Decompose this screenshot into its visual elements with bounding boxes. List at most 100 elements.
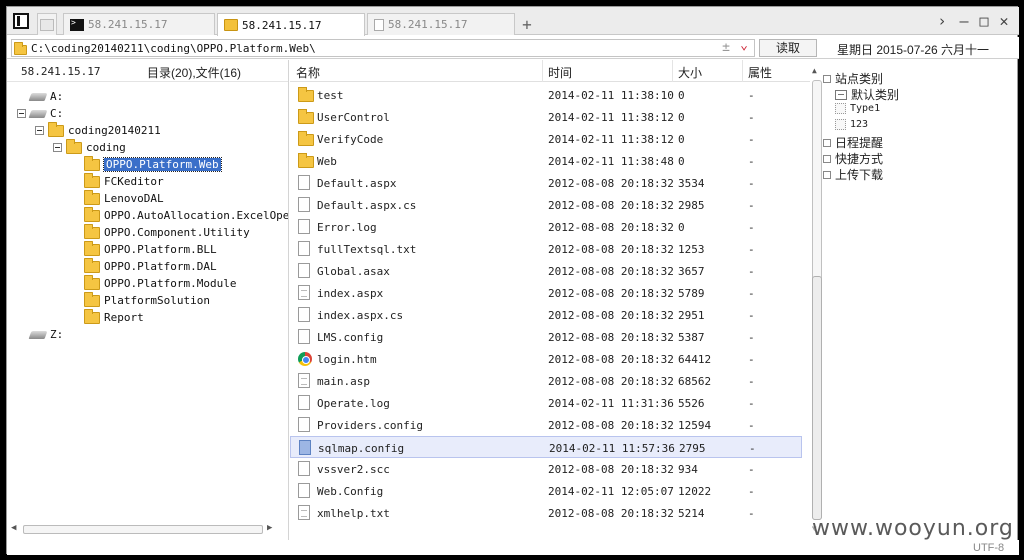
column-attr[interactable]: 属性 [748,64,772,81]
file-time: 2014-02-11 11:38:12 [548,133,674,146]
chevron-right-icon[interactable]: › [933,12,951,30]
column-size[interactable]: 大小 [678,64,702,81]
file-row[interactable]: Operate.log 2014-02-11 11:31:36 5526 - [290,392,802,414]
expander-icon[interactable] [823,74,831,83]
document-icon [298,329,310,344]
maximize-icon[interactable]: □ [975,12,993,30]
tree-node[interactable]: OPPO.AutoAllocation.ExcelOpera [71,206,288,224]
document-icon [298,461,310,476]
chevron-down-icon[interactable]: ⌄ [740,38,748,53]
file-row[interactable]: Providers.config 2012-08-08 20:18:32 12594… [290,414,802,436]
file-row[interactable]: Web.Config 2014-02-11 12:05:07 12022 - [290,480,802,502]
file-row[interactable]: LMS.config 2012-08-08 20:18:32 5387 - [290,326,802,348]
file-row[interactable]: VerifyCode 2014-02-11 11:38:12 0 - [290,128,802,150]
file-row[interactable]: index.aspx 2012-08-08 20:18:32 5789 - [290,282,802,304]
folder-icon [298,153,314,168]
file-row[interactable]: Global.asax 2012-08-08 20:18:32 3657 - [290,260,802,282]
tree-node[interactable]: A: [17,88,63,105]
path-input[interactable]: C:\coding20140211\coding\OPPO.Platform.W… [11,38,755,57]
new-tab-button[interactable]: + [517,15,537,34]
file-row[interactable]: xmlhelp.txt 2012-08-08 20:18:32 5214 - [290,502,802,524]
tree-node[interactable]: Report [71,308,144,326]
column-divider[interactable] [742,60,743,82]
tree-node[interactable]: LenovoDAL [71,189,164,207]
close-icon[interactable]: ✕ [995,12,1013,30]
file-row[interactable]: fullTextsql.txt 2012-08-08 20:18:32 1253 - [290,238,802,260]
tree-node[interactable]: OPPO.Platform.Web [71,155,222,173]
file-attr: - [748,375,755,388]
file-row[interactable]: UserControl 2014-02-11 11:38:12 0 - [290,106,802,128]
tree-node[interactable]: PlatformSolution [71,291,210,309]
collapse-icon[interactable] [17,109,26,118]
tree-node[interactable]: OPPO.Platform.Module [71,274,236,292]
scroll-right-icon[interactable]: ▶ [267,523,272,533]
tree-node[interactable]: Z: [17,326,63,343]
tab-2[interactable]: 58.241.15.17 [367,13,515,35]
file-row[interactable]: index.aspx.cs 2012-08-08 20:18:32 2951 - [290,304,802,326]
default-category-node[interactable]: 默认类别 [835,86,899,103]
file-row[interactable]: Web 2014-02-11 11:38:48 0 - [290,150,802,172]
tree-node[interactable]: OPPO.Platform.DAL [71,257,217,275]
schedule-label: 日程提醒 [835,136,884,150]
tab-0[interactable]: 58.241.15.17 [63,13,215,35]
folder-icon [84,155,100,171]
file-row[interactable]: main.asp 2012-08-08 20:18:32 68562 - [290,370,802,392]
file-time: 2012-08-08 20:18:32 [548,375,674,388]
document-icon [298,417,310,432]
column-divider[interactable] [542,60,543,82]
column-time[interactable]: 时间 [548,64,572,81]
collapse-icon[interactable] [53,143,62,152]
tab-1[interactable]: 58.241.15.17 [217,13,365,36]
type2-node[interactable]: 123 [835,119,868,130]
tab-pinned[interactable] [37,13,57,35]
tree-node[interactable]: coding [53,138,126,156]
terminal-icon [70,18,84,31]
expander-icon[interactable] [823,154,831,163]
tree-node[interactable]: OPPO.Platform.BLL [71,240,217,258]
minimize-icon[interactable]: – [955,12,973,30]
document-icon [374,18,384,31]
file-row[interactable]: Default.aspx 2012-08-08 20:18:32 3534 - [290,172,802,194]
plus-minus-icon[interactable]: ± [722,40,730,55]
read-button[interactable]: 读取 [759,39,817,57]
file-time: 2012-08-08 20:18:32 [548,221,674,234]
file-time: 2012-08-08 20:18:32 [548,243,674,256]
expander-icon[interactable] [823,138,831,147]
document-icon [298,395,310,410]
file-row[interactable]: Error.log 2012-08-08 20:18:32 0 - [290,216,802,238]
file-attr: - [749,442,756,455]
tree-node[interactable]: OPPO.Component.Utility [71,223,250,241]
tree-node[interactable]: FCKeditor [71,172,164,190]
watermark: www.wooyun.org [812,516,1014,541]
tree-node[interactable]: coding20140211 [35,121,161,139]
host-label: 58.241.15.17 [21,65,101,78]
tree-node-label: OPPO.AutoAllocation.ExcelOpera [104,209,288,222]
scroll-up-icon[interactable]: ▲ [812,66,817,75]
column-name[interactable]: 名称 [296,64,320,81]
file-row[interactable]: login.htm 2012-08-08 20:18:32 64412 - [290,348,802,370]
horizontal-scrollbar[interactable]: ◀ ▶ [11,523,283,535]
site-category-node[interactable]: 站点类别 [823,70,883,87]
file-row[interactable]: Default.aspx.cs 2012-08-08 20:18:32 2985 - [290,194,802,216]
file-time: 2014-02-11 11:57:36 [549,442,675,455]
scroll-left-icon[interactable]: ◀ [11,523,16,533]
upload-download-label: 上传下载 [835,168,884,182]
collapse-icon[interactable] [35,126,44,135]
file-row[interactable]: vssver2.scc 2012-08-08 20:18:32 934 - [290,458,802,480]
type1-node[interactable]: Type1 [835,103,880,114]
tree-node-label: C: [50,107,64,120]
file-row[interactable]: sqlmap.config 2014-02-11 11:57:36 2795 - [290,436,802,458]
shortcuts-node[interactable]: 快捷方式 [823,150,883,167]
scroll-track[interactable] [23,525,263,534]
upload-download-node[interactable]: 上传下载 [823,166,883,183]
document-icon [298,197,310,212]
schedule-node[interactable]: 日程提醒 [823,134,883,151]
folder-icon [84,240,100,256]
file-selected-icon [299,440,311,455]
document-icon [298,263,310,278]
sidebar-toggle-icon[interactable] [13,13,29,29]
expander-icon[interactable] [823,170,831,179]
tree-node[interactable]: C: [17,105,63,122]
file-row[interactable]: test 2014-02-11 11:38:10 0 - [290,84,802,106]
column-divider[interactable] [672,60,673,82]
